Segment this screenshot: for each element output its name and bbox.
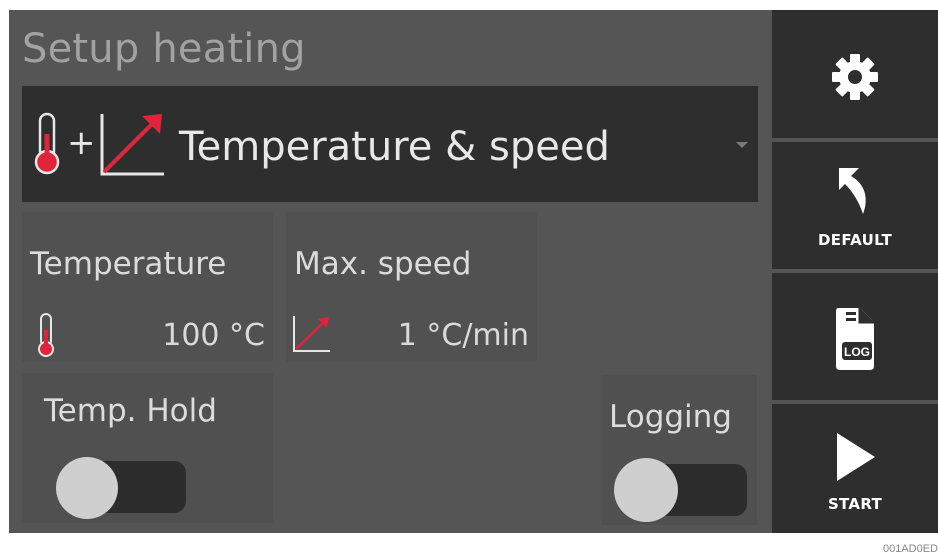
temp-hold-label: Temp. Hold xyxy=(44,393,217,429)
default-button[interactable]: DEFAULT xyxy=(772,142,938,269)
rate-chart-icon xyxy=(98,112,168,182)
settings-button[interactable] xyxy=(772,10,938,138)
back-arrow-icon xyxy=(835,164,875,222)
temperature-label: Temperature xyxy=(30,246,227,282)
logging-toggle[interactable] xyxy=(609,458,749,522)
log-button[interactable]: LOG xyxy=(772,273,938,400)
main-panel: Setup heating + Temperature & speed Temp… xyxy=(9,10,769,533)
thermometer-icon xyxy=(32,112,62,180)
page-title: Setup heating xyxy=(22,26,306,72)
toggle-knob xyxy=(56,457,118,519)
max-speed-label: Max. speed xyxy=(294,246,472,282)
play-icon xyxy=(833,431,877,487)
temperature-value: 100 °C xyxy=(162,318,265,353)
plus-sign: + xyxy=(67,123,96,163)
gear-icon xyxy=(830,52,880,106)
heating-mode-value: Temperature & speed xyxy=(179,124,610,170)
logging-setting: Logging xyxy=(602,375,757,525)
action-sidebar: DEFAULT LOG START xyxy=(769,10,938,533)
max-speed-value: 1 °C/min xyxy=(397,318,529,353)
start-label: START xyxy=(827,495,883,513)
setup-heating-screen: Setup heating + Temperature & speed Temp… xyxy=(9,10,938,533)
chevron-down-icon xyxy=(736,142,748,148)
logging-label: Logging xyxy=(609,399,732,435)
max-speed-setting[interactable]: Max. speed 1 °C/min xyxy=(286,212,537,362)
temp-hold-setting: Temp. Hold xyxy=(22,373,273,523)
thermometer-icon xyxy=(36,312,56,362)
log-file-icon: LOG xyxy=(832,304,878,376)
default-label: DEFAULT xyxy=(818,231,892,249)
image-code: 001AD0ED xyxy=(882,543,938,555)
start-button[interactable]: START xyxy=(772,404,938,533)
rate-chart-icon xyxy=(292,314,332,358)
toggle-knob xyxy=(614,458,678,522)
heating-mode-select[interactable]: + Temperature & speed xyxy=(22,86,758,202)
temperature-setting[interactable]: Temperature 100 °C xyxy=(22,212,273,362)
log-icon-text: LOG xyxy=(844,345,870,359)
temp-hold-toggle[interactable] xyxy=(48,457,186,519)
